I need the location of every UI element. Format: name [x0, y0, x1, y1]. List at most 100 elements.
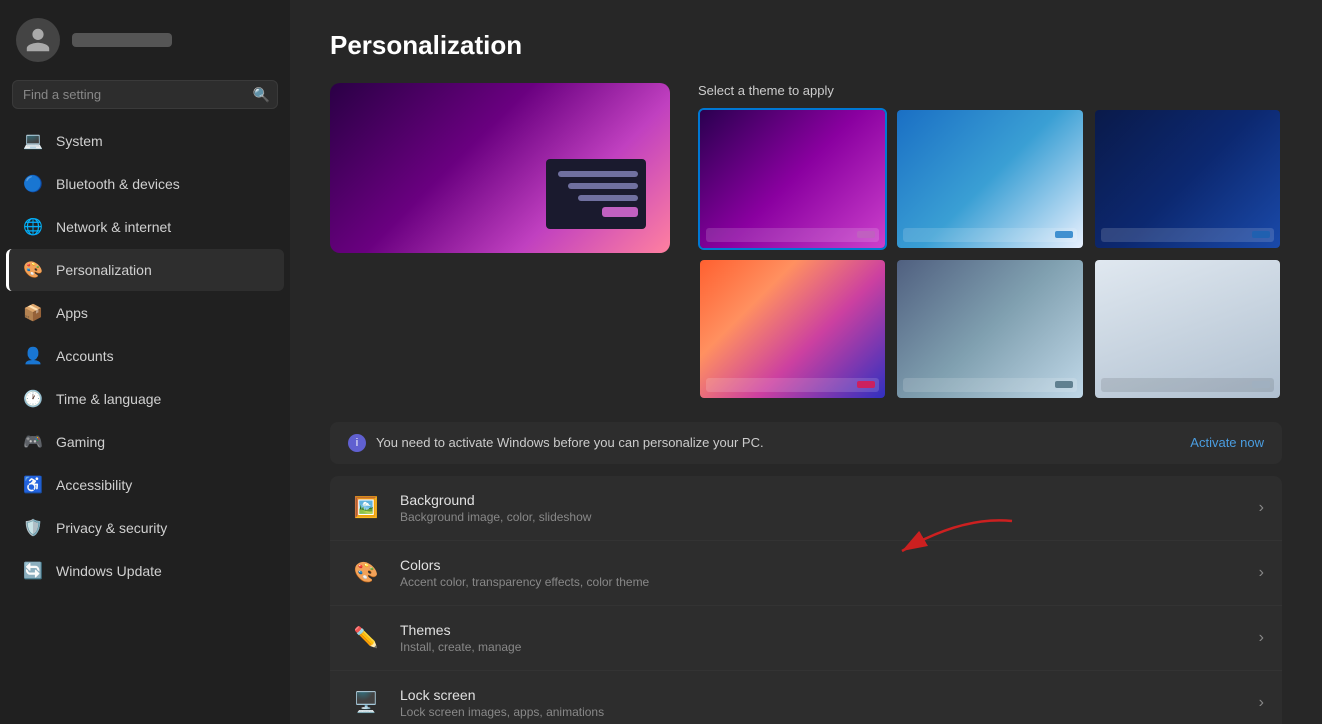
- preview-button: [602, 207, 638, 217]
- theme-5-bar: [903, 378, 1076, 392]
- sidebar-item-apps[interactable]: 📦 Apps: [6, 292, 284, 334]
- page-title: Personalization: [330, 30, 1282, 61]
- activate-link[interactable]: Activate now: [1190, 435, 1264, 450]
- settings-title-colors: Colors: [400, 557, 1259, 573]
- theme-thumb-6[interactable]: [1093, 258, 1282, 400]
- sidebar-item-update[interactable]: 🔄 Windows Update: [6, 550, 284, 592]
- settings-icon-themes: ✏️: [348, 620, 384, 656]
- profile-section: [0, 0, 290, 76]
- chevron-icon-background: ›: [1259, 499, 1264, 517]
- sidebar-label-time: Time & language: [56, 391, 161, 407]
- settings-item-themes[interactable]: ✏️ Themes Install, create, manage ›: [330, 605, 1282, 670]
- settings-subtitle-lock-screen: Lock screen images, apps, animations: [400, 705, 1259, 719]
- sidebar-icon-accounts: 👤: [22, 345, 44, 367]
- sidebar-item-personalization[interactable]: 🎨 Personalization: [6, 249, 284, 291]
- search-input[interactable]: [12, 80, 278, 109]
- settings-text-background: Background Background image, color, slid…: [400, 492, 1259, 524]
- settings-item-lock-screen[interactable]: 🖥️ Lock screen Lock screen images, apps,…: [330, 670, 1282, 724]
- settings-subtitle-colors: Accent color, transparency effects, colo…: [400, 575, 1259, 589]
- theme-1-bar: [706, 228, 879, 242]
- theme-thumb-5[interactable]: [895, 258, 1084, 400]
- sidebar-item-system[interactable]: 💻 System: [6, 120, 284, 162]
- chevron-icon-colors: ›: [1259, 564, 1264, 582]
- sidebar-label-personalization: Personalization: [56, 262, 152, 278]
- sidebar-item-gaming[interactable]: 🎮 Gaming: [6, 421, 284, 463]
- settings-title-lock-screen: Lock screen: [400, 687, 1259, 703]
- sidebar-icon-system: 💻: [22, 130, 44, 152]
- theme-5-btn: [1055, 381, 1073, 388]
- sidebar-icon-bluetooth: 🔵: [22, 173, 44, 195]
- theme-2-bar: [903, 228, 1076, 242]
- main-content: Personalization Select a theme to apply: [290, 0, 1322, 724]
- sidebar-icon-privacy: 🛡️: [22, 517, 44, 539]
- sidebar-icon-apps: 📦: [22, 302, 44, 324]
- profile-name-bar: [72, 33, 172, 47]
- theme-2-btn: [1055, 231, 1073, 238]
- theme-thumb-3[interactable]: [1093, 108, 1282, 250]
- activation-notice-left: i You need to activate Windows before yo…: [348, 434, 764, 452]
- sidebar-item-privacy[interactable]: 🛡️ Privacy & security: [6, 507, 284, 549]
- sidebar-icon-time: 🕐: [22, 388, 44, 410]
- chevron-icon-themes: ›: [1259, 629, 1264, 647]
- sidebar-label-system: System: [56, 133, 103, 149]
- sidebar-icon-network: 🌐: [22, 216, 44, 238]
- theme-4-bar: [706, 378, 879, 392]
- sidebar-nav: 💻 System 🔵 Bluetooth & devices 🌐 Network…: [0, 119, 290, 593]
- preview-line-1: [558, 171, 638, 177]
- settings-subtitle-themes: Install, create, manage: [400, 640, 1259, 654]
- search-icon: 🔍: [253, 86, 270, 103]
- theme-6-btn: [1252, 381, 1270, 388]
- theme-thumb-4[interactable]: [698, 258, 887, 400]
- preview-line-3: [578, 195, 638, 201]
- sidebar-icon-update: 🔄: [22, 560, 44, 582]
- search-box[interactable]: 🔍: [12, 80, 278, 109]
- settings-group: 🖼️ Background Background image, color, s…: [330, 476, 1282, 724]
- theme-3-bar: [1101, 228, 1274, 242]
- settings-icon-colors: 🎨: [348, 555, 384, 591]
- settings-item-colors[interactable]: 🎨 Colors Accent color, transparency effe…: [330, 540, 1282, 605]
- sidebar-label-accessibility: Accessibility: [56, 477, 132, 493]
- settings-text-colors: Colors Accent color, transparency effect…: [400, 557, 1259, 589]
- sidebar-label-privacy: Privacy & security: [56, 520, 167, 536]
- sidebar-label-accounts: Accounts: [56, 348, 114, 364]
- sidebar-item-accessibility[interactable]: ♿ Accessibility: [6, 464, 284, 506]
- theme-thumb-1[interactable]: [698, 108, 887, 250]
- theme-3-btn: [1252, 231, 1270, 238]
- activation-text: You need to activate Windows before you …: [376, 435, 764, 450]
- theme-6-bar: [1101, 378, 1274, 392]
- sidebar-icon-personalization: 🎨: [22, 259, 44, 281]
- theme-thumb-2[interactable]: [895, 108, 1084, 250]
- preview-line-2: [568, 183, 638, 189]
- settings-text-lock-screen: Lock screen Lock screen images, apps, an…: [400, 687, 1259, 719]
- settings-subtitle-background: Background image, color, slideshow: [400, 510, 1259, 524]
- sidebar-label-update: Windows Update: [56, 563, 162, 579]
- settings-icon-background: 🖼️: [348, 490, 384, 526]
- settings-icon-lock-screen: 🖥️: [348, 685, 384, 721]
- sidebar-item-time[interactable]: 🕐 Time & language: [6, 378, 284, 420]
- settings-item-background[interactable]: 🖼️ Background Background image, color, s…: [330, 476, 1282, 540]
- sidebar-icon-accessibility: ♿: [22, 474, 44, 496]
- settings-text-themes: Themes Install, create, manage: [400, 622, 1259, 654]
- user-icon: [24, 26, 52, 54]
- avatar: [16, 18, 60, 62]
- sidebar-label-apps: Apps: [56, 305, 88, 321]
- theme-grid: [698, 108, 1282, 400]
- info-icon: i: [348, 434, 366, 452]
- theme-preview-inner: [546, 159, 646, 229]
- sidebar-label-bluetooth: Bluetooth & devices: [56, 176, 180, 192]
- sidebar-item-bluetooth[interactable]: 🔵 Bluetooth & devices: [6, 163, 284, 205]
- chevron-icon-lock-screen: ›: [1259, 694, 1264, 712]
- sidebar: 🔍 💻 System 🔵 Bluetooth & devices 🌐 Netwo…: [0, 0, 290, 724]
- settings-title-themes: Themes: [400, 622, 1259, 638]
- sidebar-icon-gaming: 🎮: [22, 431, 44, 453]
- theme-grid-section: Select a theme to apply: [698, 83, 1282, 400]
- sidebar-label-gaming: Gaming: [56, 434, 105, 450]
- theme-preview: [330, 83, 670, 253]
- sidebar-item-network[interactable]: 🌐 Network & internet: [6, 206, 284, 248]
- activation-notice: i You need to activate Windows before yo…: [330, 422, 1282, 464]
- theme-label: Select a theme to apply: [698, 83, 1282, 98]
- sidebar-item-accounts[interactable]: 👤 Accounts: [6, 335, 284, 377]
- theme-4-btn: [857, 381, 875, 388]
- theme-section: Select a theme to apply: [330, 83, 1282, 400]
- settings-title-background: Background: [400, 492, 1259, 508]
